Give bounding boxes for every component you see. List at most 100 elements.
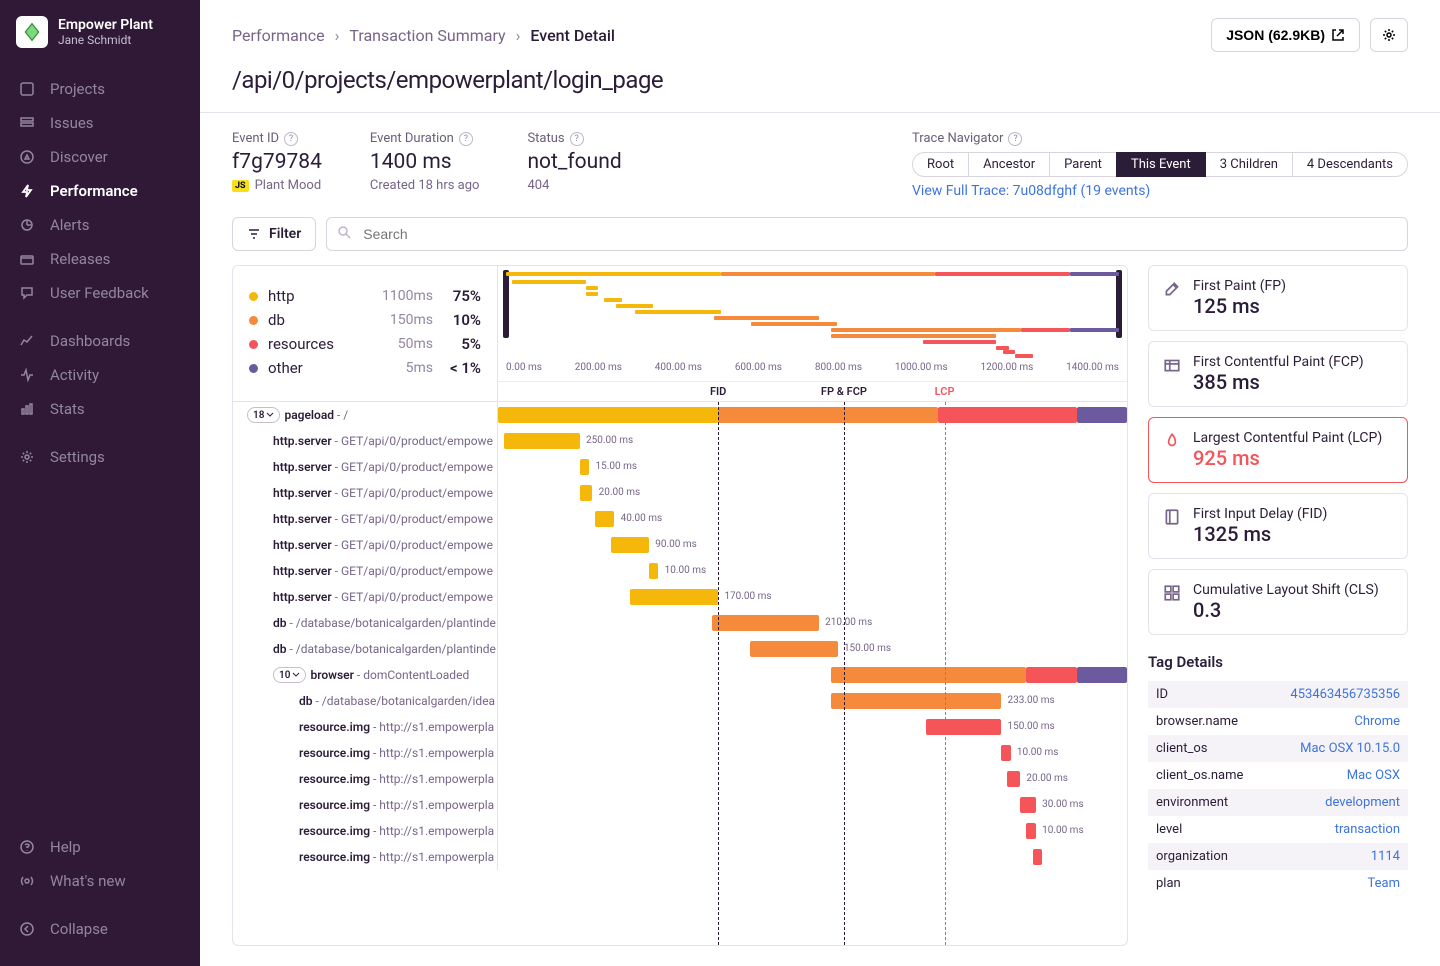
legend-dot: [249, 316, 258, 325]
sidebar-item-performance[interactable]: Performance: [0, 174, 200, 208]
help-icon[interactable]: ?: [1008, 132, 1022, 146]
sidebar-item-dashboards[interactable]: Dashboards: [0, 324, 200, 358]
collapse-icon: [18, 920, 36, 938]
span-row[interactable]: db - /database/botanicalgarden/plantinde…: [233, 610, 1127, 636]
span-row[interactable]: 18pageload - /: [233, 402, 1127, 428]
tag-value-link[interactable]: Mac OSX: [1347, 768, 1400, 783]
help-icon[interactable]: ?: [284, 132, 298, 146]
vital-card[interactable]: First Contentful Paint (FCP)385 ms: [1148, 341, 1408, 407]
sidebar-item-issues[interactable]: Issues: [0, 106, 200, 140]
sidebar-item-help[interactable]: Help: [0, 830, 200, 864]
settings-button[interactable]: [1370, 18, 1408, 52]
span-row[interactable]: http.server - GET/api/0/product/empowe20…: [233, 480, 1127, 506]
tag-value-link[interactable]: transaction: [1335, 822, 1400, 837]
sidebar-item-feedback[interactable]: User Feedback: [0, 276, 200, 310]
span-row[interactable]: http.server - GET/api/0/product/empowe40…: [233, 506, 1127, 532]
trace-pill[interactable]: This Event: [1116, 152, 1206, 177]
tag-value-link[interactable]: development: [1325, 795, 1400, 810]
help-icon[interactable]: ?: [570, 132, 584, 146]
vital-card[interactable]: First Paint (FP)125 ms: [1148, 265, 1408, 331]
minimap[interactable]: 0.00 ms200.00 ms400.00 ms600.00 ms800.00…: [498, 266, 1127, 401]
span-row[interactable]: http.server - GET/api/0/product/empowe25…: [233, 428, 1127, 454]
fire-icon: [1163, 432, 1181, 450]
span-row[interactable]: resource.img - http://s1.empowerpla30.00…: [233, 792, 1127, 818]
sidebar-item-settings[interactable]: Settings: [0, 440, 200, 474]
sidebar-item-alerts[interactable]: Alerts: [0, 208, 200, 242]
tag-value-link[interactable]: Chrome: [1354, 714, 1400, 729]
crumb-current: Event Detail: [530, 26, 615, 45]
span-row[interactable]: http.server - GET/api/0/product/empowe10…: [233, 558, 1127, 584]
span-row[interactable]: resource.img - http://s1.empowerpla10.00…: [233, 818, 1127, 844]
tag-value-link[interactable]: Mac OSX 10.15.0: [1300, 741, 1400, 756]
span-row[interactable]: http.server - GET/api/0/product/empowe17…: [233, 584, 1127, 610]
crumb-summary[interactable]: Transaction Summary: [349, 26, 505, 45]
span-row[interactable]: db - /database/botanicalgarden/plantinde…: [233, 636, 1127, 662]
search-input[interactable]: [326, 217, 1408, 251]
help-icon[interactable]: ?: [459, 132, 473, 146]
projects-icon: [18, 80, 36, 98]
org-switcher[interactable]: Empower Plant Jane Schmidt: [0, 0, 200, 64]
trace-pill[interactable]: 4 Descendants: [1292, 152, 1408, 177]
filter-button[interactable]: Filter: [232, 217, 316, 251]
span-row[interactable]: resource.img - http://s1.empowerpla20.00…: [233, 766, 1127, 792]
legend-dot: [249, 292, 258, 301]
vital-marker: FID: [710, 385, 726, 398]
sidebar-item-projects[interactable]: Projects: [0, 72, 200, 106]
external-link-icon: [1331, 28, 1345, 42]
legend-row: db 150ms 10%: [249, 308, 481, 332]
tag-row: leveltransaction: [1148, 816, 1408, 843]
pencil-icon: [1163, 280, 1181, 298]
legend-dot: [249, 364, 258, 373]
sidebar: Empower Plant Jane Schmidt Projects Issu…: [0, 0, 200, 966]
feedback-icon: [18, 284, 36, 302]
stats-icon: [18, 400, 36, 418]
tag-row: ID453463456735356: [1148, 681, 1408, 708]
trace-pill[interactable]: Parent: [1049, 152, 1117, 177]
legend-dot: [249, 340, 258, 349]
span-row[interactable]: 10browser - domContentLoaded: [233, 662, 1127, 688]
vital-card[interactable]: Cumulative Layout Shift (CLS)0.3: [1148, 569, 1408, 635]
span-row[interactable]: resource.img - http://s1.empowerpla150.0…: [233, 714, 1127, 740]
span-count-badge[interactable]: 18: [247, 407, 280, 423]
gear-icon: [1381, 27, 1397, 43]
span-row[interactable]: resource.img - http://s1.empowerpla10.00…: [233, 740, 1127, 766]
discover-icon: [18, 148, 36, 166]
span-row[interactable]: db - /database/botanicalgarden/idea233.0…: [233, 688, 1127, 714]
tag-value-link[interactable]: 1114: [1371, 849, 1400, 864]
span-waterfall[interactable]: 18pageload - /http.server - GET/api/0/pr…: [233, 402, 1127, 945]
sidebar-item-releases[interactable]: Releases: [0, 242, 200, 276]
vital-marker: LCP: [935, 385, 955, 398]
crumb-performance[interactable]: Performance: [232, 26, 325, 45]
tag-value-link[interactable]: Team: [1368, 876, 1401, 891]
span-row[interactable]: http.server - GET/api/0/product/empowe15…: [233, 454, 1127, 480]
sidebar-item-discover[interactable]: Discover: [0, 140, 200, 174]
view-full-trace-link[interactable]: View Full Trace: 7u08dfghf (19 events): [912, 183, 1150, 199]
chevron-down-icon: [266, 411, 274, 419]
minimap-handle-left[interactable]: [503, 270, 509, 338]
issues-icon: [18, 114, 36, 132]
search-icon: [336, 224, 352, 244]
releases-icon: [18, 250, 36, 268]
tag-row: environmentdevelopment: [1148, 789, 1408, 816]
json-download-button[interactable]: JSON (62.9KB): [1211, 18, 1360, 52]
vital-card[interactable]: First Input Delay (FID)1325 ms: [1148, 493, 1408, 559]
chevron-right-icon: ›: [516, 26, 521, 45]
tag-value-link[interactable]: 453463456735356: [1290, 687, 1400, 702]
sidebar-item-stats[interactable]: Stats: [0, 392, 200, 426]
sidebar-item-activity[interactable]: Activity: [0, 358, 200, 392]
performance-icon: [18, 182, 36, 200]
trace-pill[interactable]: Root: [912, 152, 969, 177]
sidebar-item-collapse[interactable]: Collapse: [0, 912, 200, 946]
activity-icon: [18, 366, 36, 384]
sidebar-item-whatsnew[interactable]: What's new: [0, 864, 200, 898]
span-row[interactable]: http.server - GET/api/0/product/empowe90…: [233, 532, 1127, 558]
grid-icon: [1163, 584, 1181, 602]
trace-pill[interactable]: Ancestor: [968, 152, 1050, 177]
span-count-badge[interactable]: 10: [273, 667, 306, 683]
trace-pill[interactable]: 3 Children: [1205, 152, 1293, 177]
vitals-markers: FIDFP & FCPLCP: [498, 381, 1127, 401]
meta-duration: Event Duration? 1400 ms Created 18 hrs a…: [370, 131, 480, 199]
legend-row: other 5ms < 1%: [249, 356, 481, 380]
vital-card[interactable]: Largest Contentful Paint (LCP)925 ms: [1148, 417, 1408, 483]
span-row[interactable]: resource.img - http://s1.empowerpla: [233, 844, 1127, 870]
